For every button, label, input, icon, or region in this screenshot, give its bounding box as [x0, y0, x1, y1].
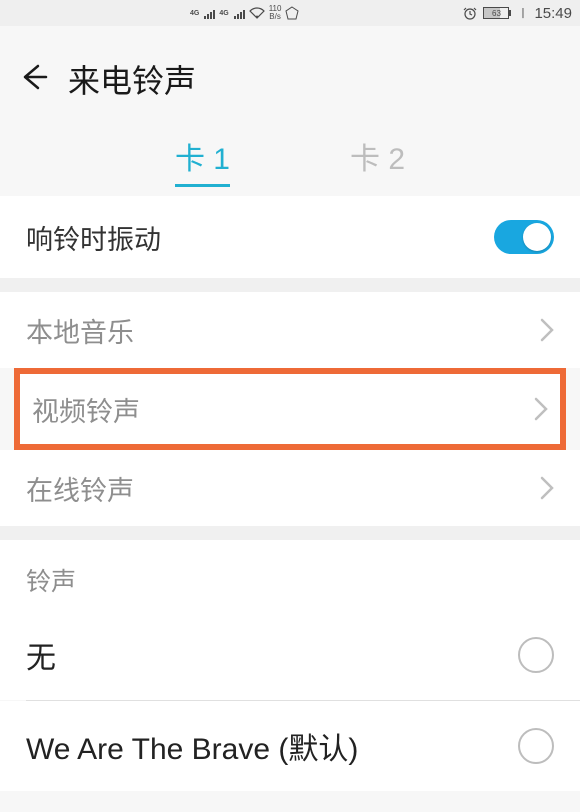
online-ringtone-label: 在线铃声 [26, 469, 134, 508]
video-ringtone-row[interactable]: 视频铃声 [20, 374, 560, 444]
vibrate-toggle[interactable] [494, 220, 554, 254]
hotspot-icon [285, 6, 299, 20]
chevron-right-icon [540, 318, 554, 342]
section-gap [0, 526, 580, 540]
vibrate-label: 响铃时振动 [26, 218, 161, 257]
ringtone-option-default[interactable]: We Are The Brave (默认) [0, 701, 580, 791]
net-4g-label-2: 4G [219, 10, 228, 17]
section-gap [0, 278, 580, 292]
net-speed: 110 B/s [269, 5, 282, 21]
chevron-right-icon [540, 476, 554, 500]
highlight-box: 视频铃声 [14, 368, 566, 450]
status-right: 63 丨 15:49 [463, 5, 572, 22]
back-button[interactable] [18, 62, 48, 97]
signal-icon-1 [204, 7, 215, 19]
page-title: 来电铃声 [68, 56, 196, 102]
local-music-label: 本地音乐 [26, 311, 134, 350]
alarm-icon [463, 6, 477, 20]
battery-icon: 63 [483, 7, 511, 19]
wifi-icon [249, 7, 265, 19]
status-bar: 4G 4G 110 B/s 63 丨 15:49 [0, 0, 580, 26]
signal-icon-2 [234, 7, 245, 19]
sim-tabs: 卡 1 卡 2 [0, 124, 580, 196]
radio-icon [518, 637, 554, 673]
clock: 15:49 [534, 5, 572, 22]
ringtone-option-label: 无 [26, 633, 56, 677]
video-ringtone-label: 视频铃声 [32, 390, 140, 429]
ringtone-section-header: 铃声 [0, 540, 580, 610]
ringtone-option-label: We Are The Brave (默认) [26, 724, 358, 768]
vibrate-on-ring-row: 响铃时振动 [0, 196, 580, 278]
arrow-left-icon [18, 62, 48, 92]
chevron-right-icon [534, 397, 548, 421]
ringtone-option-none[interactable]: 无 [0, 610, 580, 700]
radio-icon [518, 728, 554, 764]
status-left: 4G 4G 110 B/s [190, 5, 299, 21]
tab-sim-1[interactable]: 卡 1 [175, 134, 230, 187]
local-music-row[interactable]: 本地音乐 [0, 292, 580, 368]
net-4g-label-1: 4G [190, 10, 199, 17]
online-ringtone-row[interactable]: 在线铃声 [0, 450, 580, 526]
tab-sim-2[interactable]: 卡 2 [350, 134, 405, 187]
app-header: 来电铃声 [0, 26, 580, 124]
battery-level: 63 [492, 9, 501, 18]
